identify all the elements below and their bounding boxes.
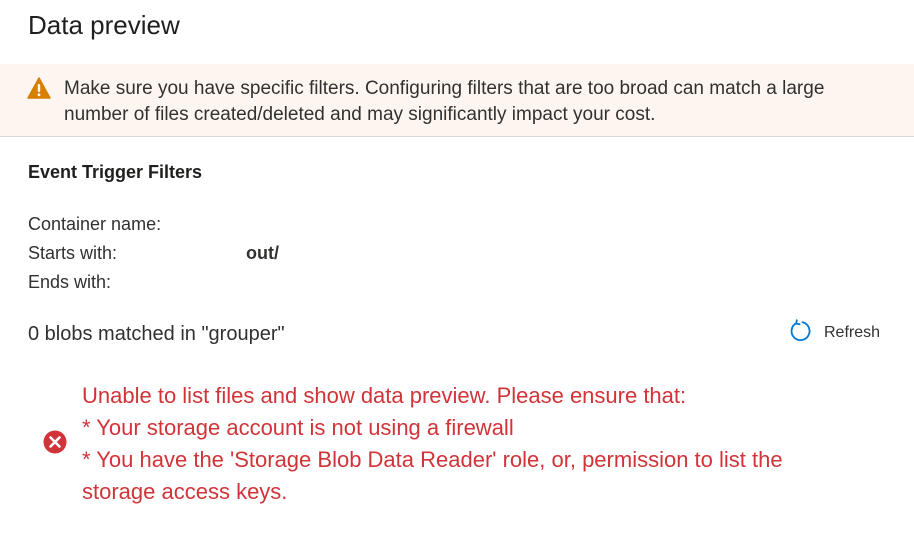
starts-with-value: out/: [246, 243, 279, 263]
ends-with-label: Ends with:: [28, 272, 112, 292]
refresh-button[interactable]: Refresh: [788, 318, 881, 348]
container-name-row: Container name:: [28, 211, 161, 237]
warning-text: Make sure you have specific filters. Con…: [64, 78, 825, 125]
warning-icon: [27, 77, 51, 99]
refresh-label: Refresh: [824, 324, 881, 341]
ends-with-row: Ends with:: [28, 269, 111, 295]
refresh-icon: [788, 318, 812, 348]
error-circle-icon: [43, 430, 67, 454]
page-title: Data preview: [28, 10, 180, 40]
container-name-label: Container name:: [28, 214, 162, 234]
error-line: * Your storage account is not using a fi…: [82, 415, 514, 440]
error-message: Unable to list files and show data previ…: [82, 380, 892, 508]
starts-with-row: Starts with: out/: [28, 240, 279, 266]
starts-with-label: Starts with:: [28, 243, 118, 263]
blobs-matched-text: 0 blobs matched in "grouper": [28, 323, 285, 345]
error-line: * You have the 'Storage Blob Data Reader…: [82, 447, 783, 472]
filters-heading: Event Trigger Filters: [28, 162, 203, 182]
warning-message-bar: Make sure you have specific filters. Con…: [0, 64, 914, 137]
error-line: storage access keys.: [82, 479, 288, 504]
error-line: Unable to list files and show data previ…: [82, 383, 687, 408]
